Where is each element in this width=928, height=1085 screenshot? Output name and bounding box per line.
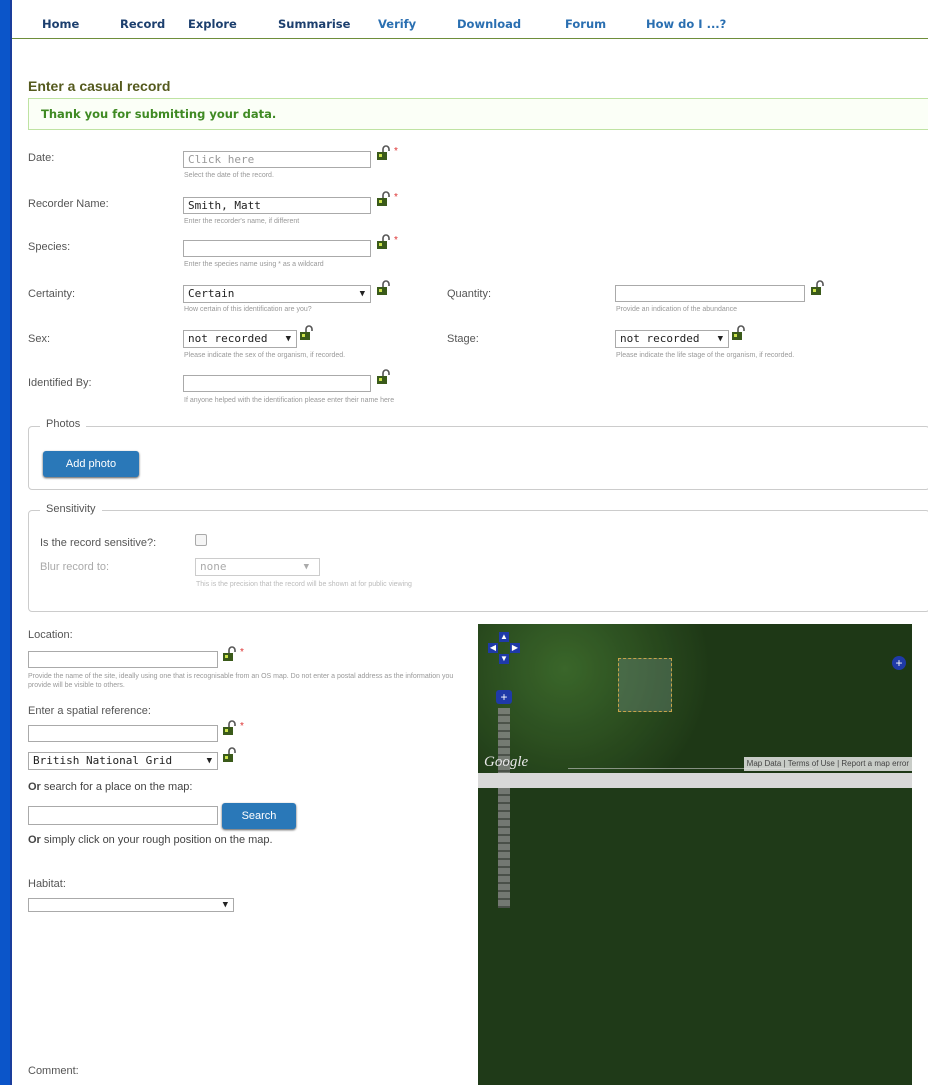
add-photo-button[interactable]: Add photo [43, 451, 139, 477]
sensitivity-fieldset [28, 510, 928, 612]
dropdown-arrow-icon: ▼ [717, 334, 723, 344]
sex-select[interactable]: not recorded ▼ [183, 330, 297, 348]
nav-home[interactable]: Home [42, 17, 79, 31]
map-links: Map Data | Terms of Use | Report a map e… [743, 757, 912, 771]
page-title: Enter a casual record [28, 78, 171, 94]
lock-icon[interactable] [376, 280, 392, 296]
nav-explore[interactable]: Explore [188, 17, 237, 31]
sex-help: Please indicate the sex of the organism,… [184, 352, 346, 359]
required-marker: * [394, 192, 398, 203]
dropdown-arrow-icon: ▼ [285, 334, 291, 344]
or-word: Or [28, 834, 41, 846]
stage-select[interactable]: not recorded ▼ [615, 330, 729, 348]
certainty-help: How certain of this identification are y… [184, 306, 312, 313]
stage-help: Please indicate the life stage of the or… [616, 352, 795, 359]
date-input[interactable]: Click here [183, 151, 371, 168]
search-place-rest: search for a place on the map: [40, 781, 193, 793]
recorder-label: Recorder Name: [28, 198, 109, 210]
grid-system-select[interactable]: British National Grid ▼ [28, 752, 218, 770]
certainty-label: Certainty: [28, 288, 76, 300]
sensitive-label: Is the record sensitive?: [40, 537, 157, 549]
lock-icon[interactable] [299, 325, 315, 341]
stage-value: not recorded [620, 332, 700, 345]
identified-by-help: If anyone helped with the identification… [184, 397, 395, 404]
lock-icon[interactable] [376, 191, 392, 207]
quantity-help: Provide an indication of the abundance [616, 306, 738, 313]
certainty-select[interactable]: Certain ▼ [183, 285, 371, 303]
nav-download[interactable]: Download [457, 17, 521, 31]
success-message: Thank you for submitting your data. [28, 98, 928, 130]
identified-by-input[interactable] [183, 375, 371, 392]
date-help: Select the date of the record. [184, 172, 274, 179]
blur-select[interactable]: none ▼ [195, 558, 320, 576]
dropdown-arrow-icon: ▼ [206, 756, 212, 766]
search-button[interactable]: Search [222, 803, 296, 829]
dropdown-arrow-icon: ▼ [359, 289, 365, 299]
sensitivity-legend: Sensitivity [40, 503, 102, 515]
photos-legend: Photos [40, 418, 87, 430]
species-label: Species: [28, 241, 71, 253]
terms-of-use-link[interactable]: Terms of Use [788, 759, 835, 768]
habitat-select[interactable]: ▼ [28, 898, 234, 912]
dropdown-arrow-icon: ▼ [222, 900, 228, 910]
sensitive-checkbox[interactable] [195, 534, 207, 546]
satellite-map-lower[interactable] [478, 770, 912, 1085]
nav-how-do-i[interactable]: How do I ...? [646, 17, 726, 31]
nav-verify[interactable]: Verify [378, 17, 416, 31]
sex-label: Sex: [28, 333, 51, 345]
recorder-help: Enter the recorder's name, if different [184, 218, 300, 225]
click-map-rest: simply click on your rough position on t… [40, 834, 273, 846]
blur-help: This is the precision that the record wi… [196, 581, 412, 588]
required-marker: * [240, 721, 244, 732]
nav-forum[interactable]: Forum [565, 17, 606, 31]
blur-value: none [200, 560, 227, 573]
nav-record[interactable]: Record [120, 17, 165, 31]
report-map-error-link[interactable]: Report a map error [841, 759, 909, 768]
spatial-ref-label: Enter a spatial reference: [28, 705, 151, 717]
search-place-text: Or search for a place on the map: [28, 781, 193, 793]
lock-icon[interactable] [222, 720, 238, 736]
click-map-text: Or simply click on your rough position o… [28, 834, 273, 846]
recorder-input[interactable]: Smith, Matt [183, 197, 371, 214]
map-data-link[interactable]: Map Data [747, 759, 782, 768]
location-help: Provide the name of the site, ideally us… [28, 673, 454, 689]
lock-icon[interactable] [222, 646, 238, 662]
map-attribution-bar: Google Map Data | Terms of Use | Report … [478, 754, 912, 774]
species-help: Enter the species name using * as a wild… [184, 261, 324, 268]
lock-icon[interactable] [376, 369, 392, 385]
lock-icon[interactable] [376, 234, 392, 250]
main-nav: Home Record Explore Summarise Verify Dow… [12, 0, 928, 39]
page: Home Record Explore Summarise Verify Dow… [10, 0, 928, 1085]
dropdown-arrow-icon: ▼ [303, 562, 309, 572]
location-label: Location: [28, 629, 73, 641]
quantity-label: Quantity: [447, 288, 492, 300]
habitat-label: Habitat: [28, 878, 66, 890]
success-text: Thank you for submitting your data. [41, 107, 277, 121]
place-search-input[interactable] [28, 806, 218, 825]
location-input[interactable] [28, 651, 218, 668]
google-logo: Google [484, 754, 529, 770]
nav-summarise[interactable]: Summarise [278, 17, 350, 31]
sex-value: not recorded [188, 332, 268, 345]
required-marker: * [240, 647, 244, 658]
identified-by-label: Identified By: [28, 377, 92, 389]
blur-label: Blur record to: [40, 561, 110, 573]
lock-icon[interactable] [376, 145, 392, 161]
map-footer [478, 773, 912, 788]
lock-icon[interactable] [731, 325, 747, 341]
comment-label: Comment: [28, 1065, 79, 1077]
date-label: Date: [28, 152, 55, 164]
certainty-value: Certain [188, 287, 235, 300]
stage-label: Stage: [447, 333, 479, 345]
required-marker: * [394, 235, 398, 246]
photos-fieldset [28, 426, 928, 490]
or-word: Or [28, 781, 41, 793]
grid-system-value: British National Grid [33, 754, 173, 767]
lock-icon[interactable] [222, 747, 238, 763]
required-marker: * [394, 146, 398, 157]
spatial-ref-input[interactable] [28, 725, 218, 742]
quantity-input[interactable] [615, 285, 805, 302]
lock-icon[interactable] [810, 280, 826, 296]
species-input[interactable] [183, 240, 371, 257]
